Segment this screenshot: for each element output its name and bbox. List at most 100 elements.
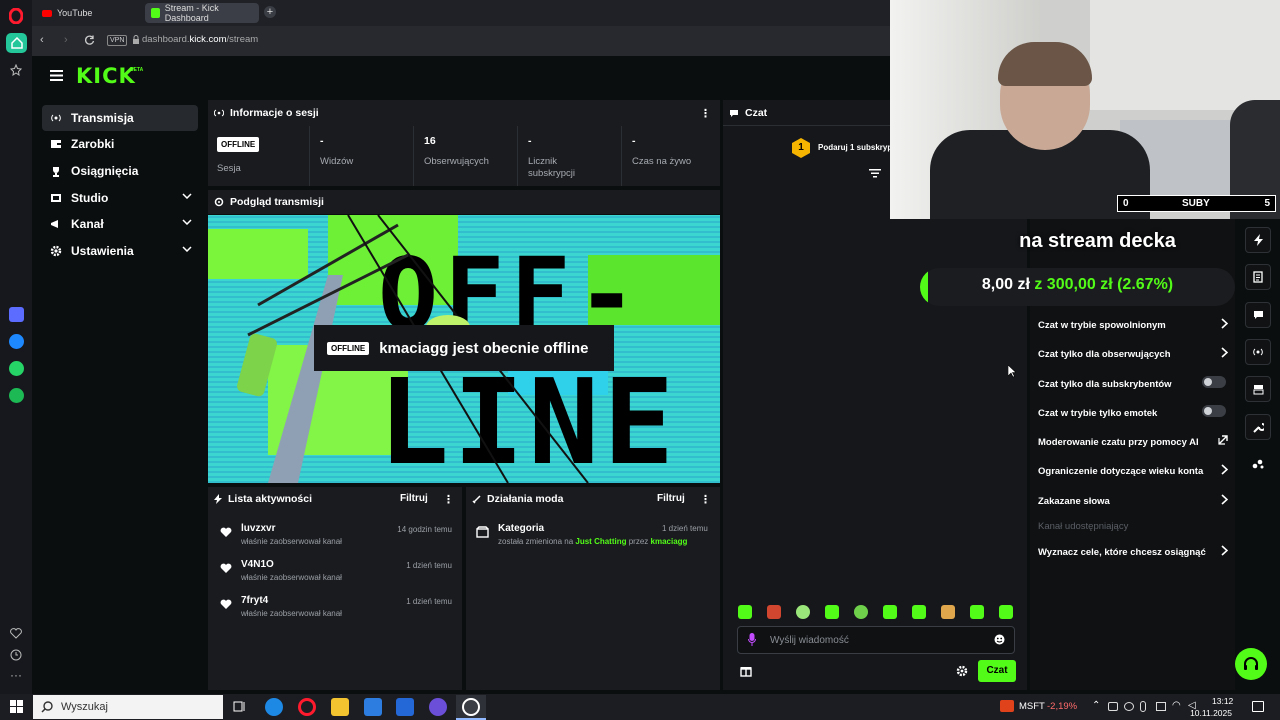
file-explorer-icon[interactable] [331,698,349,716]
mod-filter-button[interactable]: Filtruj [657,493,685,504]
microphone-tray-icon[interactable] [1140,701,1146,712]
activity-time: 1 dzień temu [406,561,452,570]
tray-app-icon[interactable] [1108,702,1118,711]
setting-goals[interactable]: Wyznacz cele, które chcesz osiągnąć [1038,545,1228,558]
notes-icon[interactable] [1245,264,1271,290]
support-headset-button[interactable] [1235,648,1267,680]
mod-actions-panel [466,487,720,690]
chevron-right-icon [1221,494,1228,505]
activity-filter-button[interactable]: Filtruj [400,493,428,504]
clock-date[interactable]: 10.11.2025 [1187,708,1232,718]
tab-kick-dashboard[interactable]: Stream - Kick Dashboard [145,3,259,23]
clock-time[interactable]: 13:12 [1212,696,1233,706]
setting-account-age[interactable]: Ograniczenie dotyczące wieku konta [1038,464,1228,477]
opera-taskbar-icon[interactable] [298,698,316,716]
gift-icon[interactable] [740,665,752,677]
wifi-icon[interactable]: ◠ [1172,700,1181,711]
wrench-icon[interactable] [1245,414,1271,440]
stock-name[interactable]: MSFT [1019,701,1045,712]
mod-kebab-icon[interactable]: ⋮ [700,493,711,506]
emote-icon[interactable] [854,605,868,619]
more-icon[interactable]: ··· [10,668,22,682]
stat-value: 16 [424,135,436,147]
emote-icon[interactable] [883,605,897,619]
activity-username[interactable]: luvzxvr [241,523,275,534]
quick-actions-icon[interactable] [1245,227,1271,253]
nav-kanal[interactable]: Kanał [42,211,198,237]
emote-icon[interactable] [825,605,839,619]
chat-input-placeholder[interactable]: Wyślij wiadomość [770,635,849,646]
mod-category-link[interactable]: Just Chatting [575,537,626,546]
chat-icon[interactable] [1245,302,1271,328]
setting-followers-only[interactable]: Czat tylko dla obserwujących [1038,347,1228,360]
nav-zarobki[interactable]: Zarobki [42,131,198,157]
list-item: V4N1O właśnie zaobserwował kanał 1 dzień… [218,559,458,585]
emote-icon[interactable] [767,605,781,619]
emoji-icon[interactable] [994,634,1005,645]
notifications-icon[interactable] [1252,701,1264,712]
gift-sub-text[interactable]: Podaruj 1 subskryp [818,143,890,152]
store-icon[interactable] [364,698,382,716]
tray-app-icon[interactable] [1124,702,1134,711]
emote-icon[interactable] [941,605,955,619]
opera-logo-icon[interactable] [9,8,23,24]
broadcast-panel-icon[interactable] [1245,339,1271,365]
url-prefix: dashboard. [142,34,190,45]
task-view-icon[interactable] [233,700,246,713]
mod-user-link[interactable]: kmaciagg [651,537,688,546]
history-icon[interactable] [10,649,22,661]
obs-icon[interactable] [462,698,480,716]
setting-ai-moderation[interactable]: Moderowanie czatu przy pomocy AI [1038,435,1228,448]
taskbar-search-box[interactable]: Wyszukaj [33,695,223,719]
mail-icon[interactable] [396,698,414,716]
setting-slow-mode[interactable]: Czat w trybie spowolnionym [1038,318,1228,331]
star-icon[interactable] [10,64,22,76]
emote-icon[interactable] [738,605,752,619]
activity-username[interactable]: 7fryt4 [241,595,268,606]
emote-icon[interactable] [970,605,984,619]
kick-logo[interactable]: KICK [76,64,136,88]
home-icon[interactable] [6,33,27,53]
sort-icon[interactable] [869,169,881,178]
vpn-badge[interactable]: VPN [107,35,128,46]
url-text[interactable]: dashboard.kick.com/stream [142,34,258,45]
tab-youtube[interactable]: YouTube [36,3,142,23]
new-tab-plus-icon[interactable]: + [264,6,276,18]
emote-icon[interactable] [912,605,926,619]
nav-osiagniecia[interactable]: Osiągnięcia [42,158,198,184]
forward-icon[interactable]: › [64,34,68,46]
heart-icon[interactable] [10,628,22,639]
activity-time: 1 dzień temu [406,597,452,606]
mod-panel-icon[interactable] [1245,376,1271,402]
reload-icon[interactable] [84,35,95,46]
chat-settings-gear-icon[interactable] [956,665,968,677]
lightning-icon [214,494,222,504]
emote-icon[interactable] [999,605,1013,619]
more-tools-icon[interactable] [1252,458,1264,470]
back-icon[interactable]: ‹ [40,34,44,46]
emote-only-toggle[interactable] [1202,405,1226,417]
activity-kebab-icon[interactable]: ⋮ [443,493,454,506]
emote-icon[interactable] [796,605,810,619]
subscribers-only-toggle[interactable] [1202,376,1226,388]
list-item: luvzxvr właśnie zaobserwował kanał 14 go… [218,523,458,549]
hamburger-menu-icon[interactable] [50,70,63,81]
setting-label: Czat w trybie tylko emotek [1038,408,1158,419]
kebab-menu-icon[interactable]: ⋮ [700,107,711,120]
activity-username[interactable]: V4N1O [241,559,274,570]
whatsapp-icon[interactable] [9,361,24,376]
app-icon[interactable] [429,698,447,716]
chat-send-button[interactable]: Czat [978,660,1016,682]
nav-ustawienia[interactable]: Ustawienia [42,238,198,264]
microphone-icon[interactable] [748,633,756,646]
nav-transmisja[interactable]: Transmisja [42,105,198,131]
display-tray-icon[interactable] [1156,702,1166,711]
aria-icon[interactable] [9,307,24,322]
edge-icon[interactable] [265,698,283,716]
tray-overflow-icon[interactable]: ⌃ [1092,700,1100,711]
spotify-icon[interactable] [9,388,24,403]
setting-banned-words[interactable]: Zakazane słowa [1038,494,1228,507]
messenger-icon[interactable] [9,334,24,349]
nav-studio[interactable]: Studio [42,185,198,211]
windows-start-icon[interactable] [10,700,23,713]
